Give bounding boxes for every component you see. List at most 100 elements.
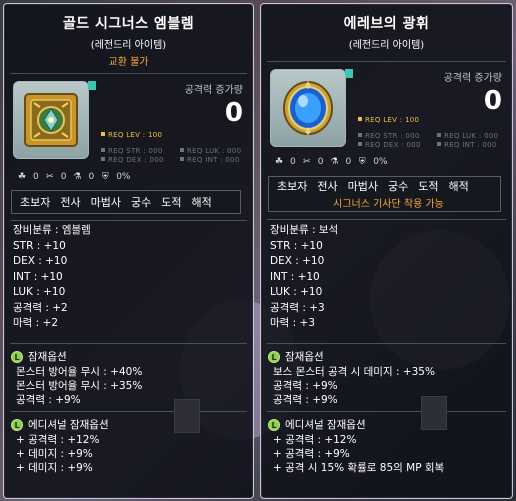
stat-int: INT : +10	[13, 270, 63, 283]
status-value: 0%	[373, 157, 388, 167]
potential-line: 공격력 : +9%	[273, 394, 338, 406]
req-int: REQ INT : 000	[437, 141, 497, 149]
legendary-badge-icon: L	[11, 418, 23, 431]
potential-title: 잠재옵션	[285, 351, 324, 363]
potential-line: 몬스터 방어율 무시 : +40%	[16, 366, 143, 378]
stat-dex: DEX : +10	[270, 255, 325, 267]
req-str: REQ STR : 000	[101, 147, 163, 155]
item-title: 골드 시그너스 엠블렘	[62, 16, 195, 32]
req-luk: REQ LUK : 000	[437, 132, 498, 140]
status-value: 0%	[116, 172, 131, 182]
additional-line: + 공격력 : +9%	[273, 448, 350, 460]
status-value: 0	[33, 172, 39, 182]
stat-attack: 공격력 : +3	[270, 301, 325, 314]
job-magician: 마법사	[347, 180, 378, 193]
attack-increase-value: 0	[483, 86, 502, 116]
status-value: 0	[88, 172, 95, 182]
stat-attack: 공격력 : +2	[13, 301, 68, 314]
shield-icon: ⛨	[101, 172, 109, 182]
scissors-icon: ✂	[45, 172, 54, 182]
potential-lines: 몬스터 방어율 무시 : +40% 몬스터 방어율 무시 : +35% 공격력 …	[16, 365, 142, 407]
item-rarity: (레전드리 아이템)	[90, 40, 167, 51]
legendary-flag-icon	[88, 81, 96, 90]
trade-status: 교환 불가	[108, 57, 149, 68]
potential-title: 잠재옵션	[28, 351, 67, 363]
req-luk: REQ LUK : 000	[180, 147, 241, 155]
stat-int: INT : +10	[270, 270, 320, 283]
potential-line: 보스 몬스터 공격 시 데미지 : +35%	[273, 366, 435, 378]
additional-line: + 데미지 : +9%	[16, 462, 93, 474]
additional-potential-lines: + 공격력 : +12% + 데미지 : +9% + 데미지 : +9%	[16, 433, 99, 475]
redacted-block	[174, 399, 200, 433]
stat-str: STR : +10	[270, 239, 323, 252]
job-pirate: 해적	[191, 196, 212, 209]
pet-icon: ☘	[274, 157, 284, 167]
stat-luk: LUK : +10	[13, 286, 66, 298]
status-value: 0	[317, 157, 324, 167]
req-dex: REQ DEX : 000	[358, 141, 421, 149]
additional-line: + 공격력 : +12%	[273, 434, 357, 446]
item-tooltip-gold-cygnus-emblem: 골드 시그너스 엠블렘 (레전드리 아이템) 교환 불가 공격력 증가량 0 R…	[3, 3, 254, 499]
item-title: 에레브의 광휘	[343, 16, 430, 32]
additional-potential-header: L 에디셔널 잠재옵션	[11, 417, 109, 432]
job-requirement-box: 초보자 전사 마법사 궁수 도적 해적 시그너스 기사단 착용 가능	[268, 176, 501, 212]
job-warrior: 전사	[60, 196, 81, 209]
item-stats: 장비분류 : 보석 STR : +10 DEX : +10 INT : +10 …	[270, 223, 338, 332]
item-rarity: (레전드리 아이템)	[348, 40, 425, 51]
potential-line: 공격력 : +9%	[273, 380, 338, 392]
pet-icon: ☘	[17, 172, 27, 182]
status-icons-row: ☘ 0 ✂ 0 ⚗ 0 ⛨ 0%	[273, 157, 388, 167]
potential-header: L 잠재옵션	[11, 349, 67, 364]
attack-increase-label: 공격력 증가량	[443, 73, 502, 84]
job-bowman: 궁수	[388, 180, 409, 193]
potion-icon: ⚗	[73, 172, 82, 182]
additional-potential-title: 에디셔널 잠재옵션	[285, 419, 366, 431]
additional-potential-lines: + 공격력 : +12% + 공격력 : +9% + 공격 시 15% 확률로 …	[273, 433, 444, 475]
redacted-block	[421, 396, 447, 430]
job-thief: 도적	[161, 196, 182, 209]
job-pirate: 해적	[448, 180, 469, 193]
legendary-flag-icon	[345, 69, 353, 78]
legendary-badge-icon: L	[11, 350, 23, 363]
stat-str: STR : +10	[13, 239, 66, 252]
status-value: 0	[345, 157, 352, 167]
stat-luk: LUK : +10	[270, 286, 323, 298]
item-tooltip-erebs-radiance: 에레브의 광휘 (레전드리 아이템) 공격력 증가량 0 REQ LEV : 1…	[260, 3, 513, 499]
attack-increase-value: 0	[224, 98, 243, 128]
req-level: REQ LEV : 100	[358, 116, 419, 124]
potential-line: 몬스터 방어율 무시 : +35%	[16, 380, 143, 392]
scissors-icon: ✂	[302, 157, 311, 167]
stat-category: 장비분류 : 엠블렘	[13, 224, 91, 236]
item-stats: 장비분류 : 엠블렘 STR : +10 DEX : +10 INT : +10…	[13, 223, 91, 332]
additional-potential-title: 에디셔널 잠재옵션	[28, 419, 109, 431]
item-icon-frame	[270, 69, 353, 147]
status-icons-row: ☘ 0 ✂ 0 ⚗ 0 ⛨ 0%	[16, 172, 131, 182]
blue-jewel-icon	[283, 81, 333, 135]
stat-category: 장비분류 : 보석	[270, 224, 339, 236]
stat-dex: DEX : +10	[13, 255, 68, 267]
status-value: 0	[290, 157, 296, 167]
potential-line: 공격력 : +9%	[16, 394, 81, 406]
req-str: REQ STR : 000	[358, 132, 420, 140]
stat-magic: 마력 : +3	[270, 317, 316, 329]
additional-line: + 공격력 : +12%	[16, 434, 100, 446]
job-beginner: 초보자	[20, 196, 51, 209]
status-value: 0	[60, 172, 67, 182]
item-icon-frame	[13, 81, 96, 159]
legendary-badge-icon: L	[268, 418, 280, 431]
potential-header: L 잠재옵션	[268, 349, 324, 364]
job-restriction-note: 시그너스 기사단 착용 가능	[333, 199, 444, 210]
potential-lines: 보스 몬스터 공격 시 데미지 : +35% 공격력 : +9% 공격력 : +…	[273, 365, 435, 407]
attack-increase-label: 공격력 증가량	[184, 85, 243, 96]
job-requirement-box: 초보자 전사 마법사 궁수 도적 해적	[11, 190, 241, 214]
req-level: REQ LEV : 100	[101, 131, 162, 139]
emblem-icon	[24, 93, 78, 147]
legendary-badge-icon: L	[268, 350, 280, 363]
additional-potential-header: L 에디셔널 잠재옵션	[268, 417, 366, 432]
additional-line: + 공격 시 15% 확률로 85의 MP 회복	[273, 462, 445, 474]
potion-icon: ⚗	[330, 157, 339, 167]
job-magician: 마법사	[90, 196, 121, 209]
job-warrior: 전사	[317, 180, 338, 193]
job-thief: 도적	[418, 180, 439, 193]
job-bowman: 궁수	[131, 196, 152, 209]
